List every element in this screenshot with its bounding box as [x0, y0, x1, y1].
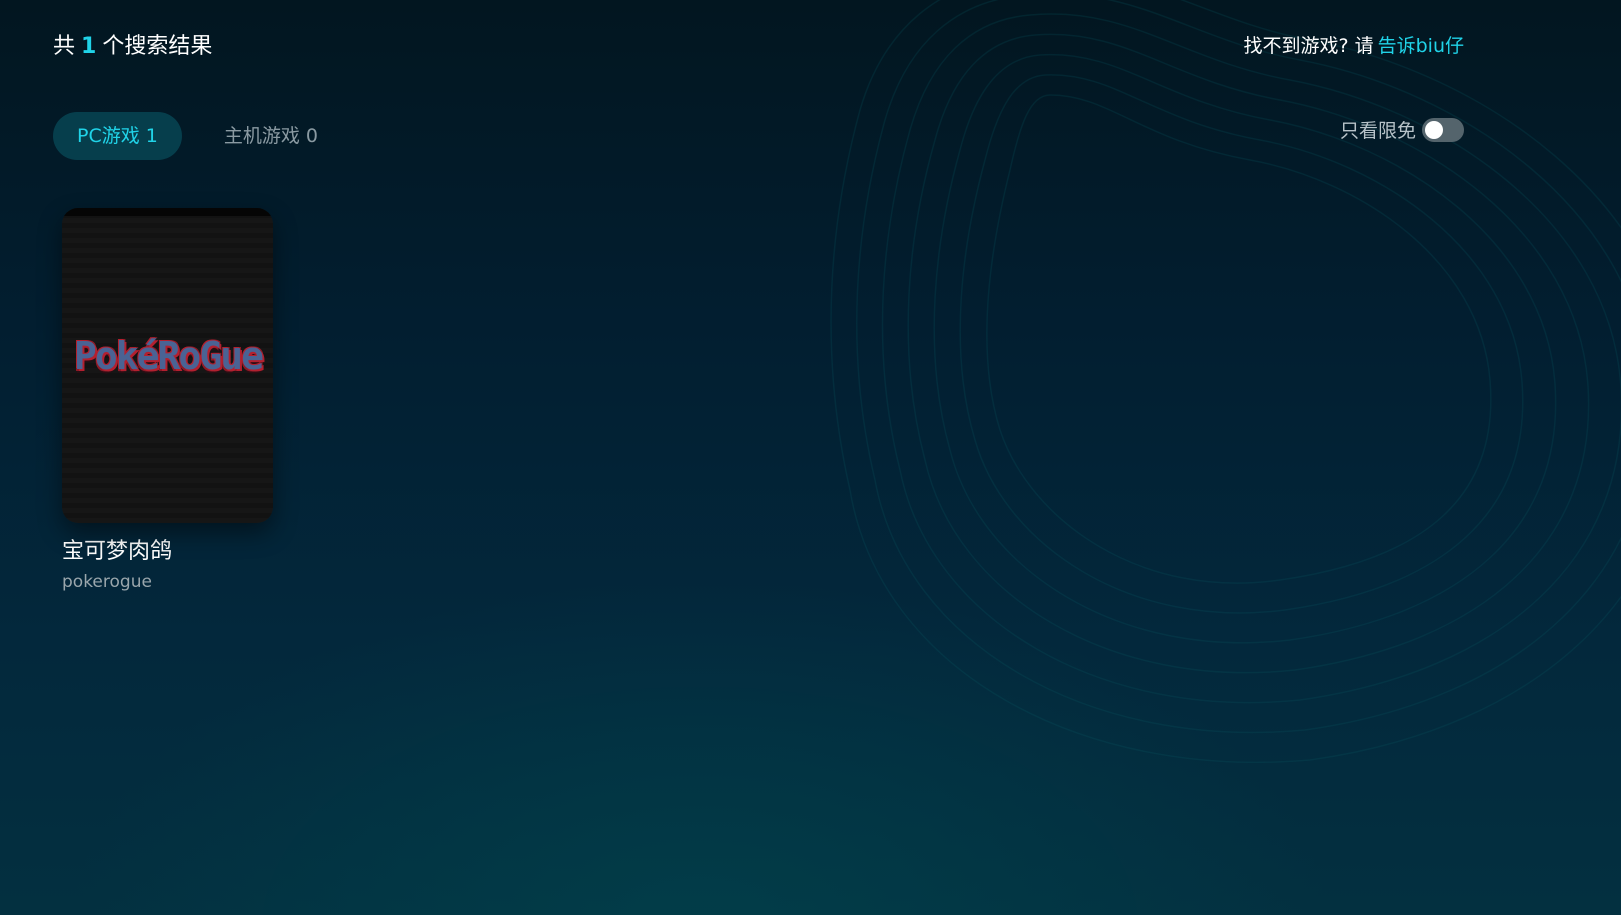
game-subtitle: pokerogue [62, 572, 152, 592]
tell-biu-link[interactable]: 告诉biu仔 [1378, 35, 1464, 57]
free-only-label: 只看限免 [1339, 120, 1416, 142]
missing-game-help: 找不到游戏? 请告诉biu仔 [1243, 32, 1464, 60]
cover-top-band [62, 208, 273, 216]
game-title[interactable]: 宝可梦肉鸽 [62, 537, 273, 567]
platform-tabs: PC游戏 1 主机游戏 0 [53, 112, 342, 160]
game-cover-image[interactable]: PokéRoGue [62, 208, 273, 523]
free-only-toggle[interactable] [1422, 117, 1464, 142]
pokerogue-logo: PokéRoGue [74, 334, 264, 378]
tab-console-games[interactable]: 主机游戏 0 [200, 112, 342, 160]
free-only-filter: 只看限免 [1340, 116, 1464, 143]
search-result-count: 共 1 个搜索结果 [53, 32, 212, 62]
game-card[interactable]: PokéRoGue 宝可梦肉鸽 pokerogue [62, 208, 273, 593]
tab-count: 0 [305, 125, 318, 147]
tab-label: PC游戏 [77, 125, 140, 147]
help-text: 找不到游戏? 请 [1243, 35, 1374, 57]
result-count-number: 1 [81, 34, 97, 59]
tab-pc-games[interactable]: PC游戏 1 [53, 112, 182, 160]
result-suffix: 个搜索结果 [102, 34, 213, 59]
result-prefix: 共 [53, 34, 76, 59]
tab-count: 1 [145, 125, 158, 147]
toggle-switch-off-icon [1425, 120, 1443, 139]
tab-label: 主机游戏 [223, 125, 300, 147]
